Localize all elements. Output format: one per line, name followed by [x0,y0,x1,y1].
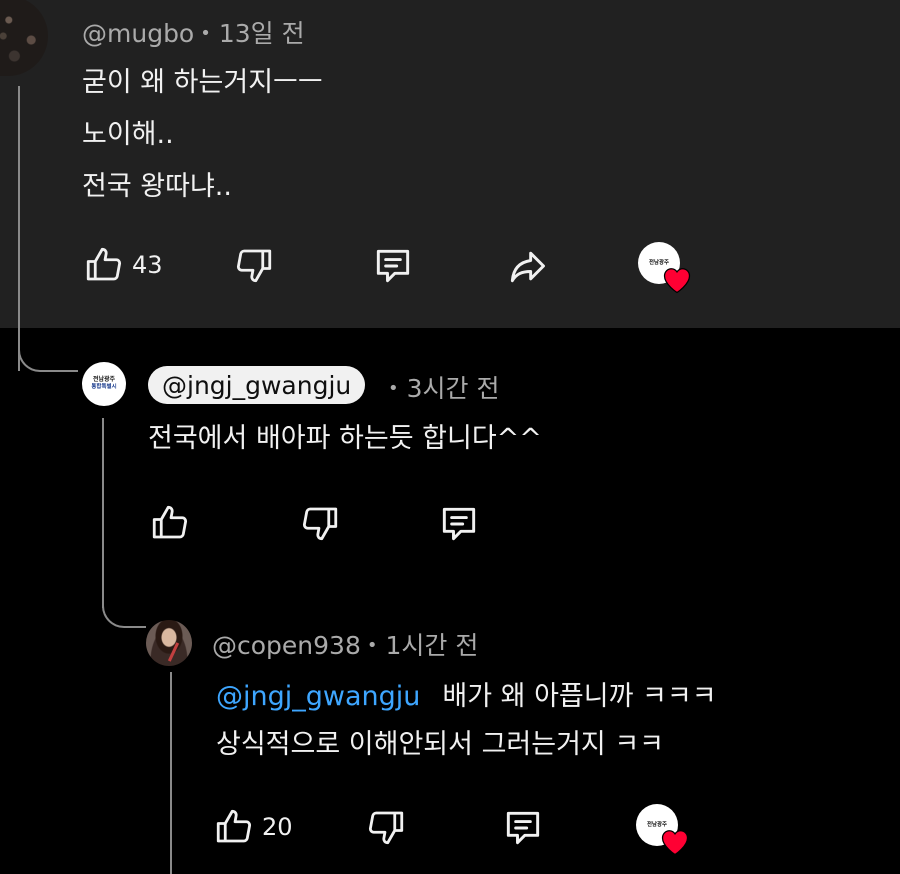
thread-line-2 [102,418,104,608]
separator-dot: • [200,23,211,44]
creator-heart-icon [661,830,689,856]
like-count: 43 [132,251,163,279]
like-icon [216,809,252,843]
timestamp[interactable]: 13일 전 [219,19,305,48]
like-button[interactable] [148,502,192,544]
username[interactable]: @copen938 [212,631,361,660]
creator-heart: 전남광주 [638,242,691,294]
separator-dot: • [366,635,378,656]
comment-text-line: 굳이 왜 하는거지ㅡㅡ [82,67,323,98]
dislike-icon [236,249,272,283]
avatar-detail [167,642,180,662]
username-pill[interactable]: @jngj_gwangju [148,366,366,404]
comment-text-line: 전국에서 배아파 하는듯 합니다^^ [148,423,542,454]
logo-text: 전남광주 [649,259,669,266]
comment-text-line: 전국 왕따냐.. [82,171,232,202]
channel-logo: 전남광주 통합특별시 [87,373,121,395]
timestamp[interactable]: 3시간 전 [407,374,500,403]
dislike-button[interactable] [298,502,342,544]
like-button[interactable]: 20 [212,806,293,848]
reply-button[interactable] [500,806,546,850]
comment-text-line: 노이해.. [82,119,174,150]
dislike-icon [368,811,404,845]
username[interactable]: @mugbo [82,19,194,48]
logo-text: 전남광주 [647,821,667,828]
username: @jngj_gwangju [162,370,352,400]
share-icon [510,251,545,283]
like-icon [86,247,122,281]
thread-line-3 [170,672,172,874]
reply-icon [506,811,540,845]
comment-text-line: 상식적으로 이해안되서 그러는거지 ㅋㅋ [216,729,665,760]
reply-button[interactable] [436,502,482,546]
comment-text: 배가 왜 아픕니까 ㅋㅋㅋ [442,681,717,712]
reply-icon [442,507,476,541]
comment-thread: @mugbo • 13일 전 굳이 왜 하는거지ㅡㅡ 노이해.. 전국 왕따냐.. … [0,0,900,874]
logo-text: 전남광주 [92,376,116,384]
comment-meta: @copen938 • 1시간 전 [212,626,478,662]
comment-meta: • 3시간 전 [382,369,499,405]
thread-line [18,86,20,371]
thread-connector [18,348,78,372]
reply-button[interactable] [370,244,416,288]
creator-heart: 전남광주 [636,804,689,856]
timestamp[interactable]: 1시간 전 [385,631,478,660]
share-button[interactable] [504,244,550,288]
comment-text-line: @jngj_gwangju 배가 왜 아픕니까 ㅋㅋㅋ [216,674,717,713]
comment-meta: @mugbo • 13일 전 [82,14,305,50]
separator-dot: • [388,378,399,399]
avatar[interactable] [146,620,192,666]
logo-subtext: 통합특별시 [91,384,117,391]
dislike-button[interactable] [364,806,408,848]
dislike-icon [302,507,338,541]
reply-icon [376,249,410,283]
creator-heart-icon [663,268,691,294]
like-count: 20 [262,813,293,841]
avatar[interactable]: 전남광주 통합특별시 [82,362,126,406]
like-icon [152,505,188,539]
thread-connector-2 [102,604,146,628]
mention-link[interactable]: @jngj_gwangju [216,681,420,712]
like-button[interactable]: 43 [82,244,163,286]
dislike-button[interactable] [232,244,276,286]
